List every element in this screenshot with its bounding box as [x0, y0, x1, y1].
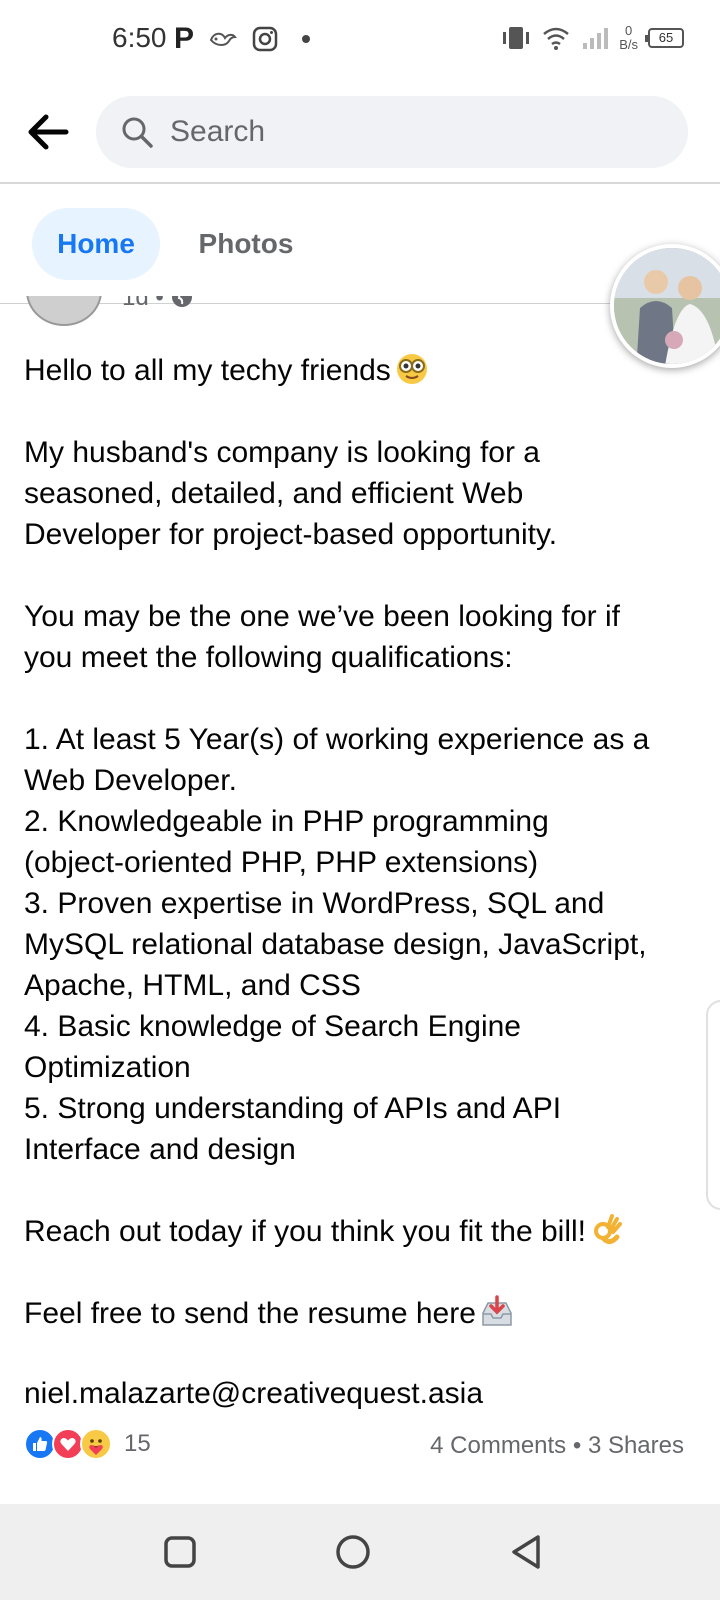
qualifications-list: 1. At least 5 Year(s) of working experie…	[24, 719, 692, 1170]
home-circle-icon	[336, 1535, 370, 1569]
resume-paragraph: Feel free to send the resume here	[24, 1293, 692, 1334]
instagram-icon	[252, 26, 278, 52]
nerd-face-emoji	[396, 354, 427, 384]
text-line: 1. At least 5 Year(s) of working experie…	[24, 723, 650, 756]
text-line: (object-oriented PHP, PHP extensions)	[24, 846, 539, 879]
back-nav-button[interactable]	[506, 1532, 546, 1572]
contact-paragraph: niel.malazarte@creativequest.asia	[24, 1373, 692, 1414]
text-line: 2. Knowledgeable in PHP programming	[24, 805, 549, 838]
inbox-tray-emoji	[482, 1295, 512, 1326]
greeting-paragraph: Hello to all my techy friends	[24, 350, 692, 391]
text-line: Hello to all my techy friends	[24, 350, 692, 391]
text-line: 4. Basic knowledge of Search Engine	[24, 1010, 521, 1043]
text-line: Web Developer.	[24, 764, 237, 797]
text-line: seasoned, detailed, and efficient Web	[24, 477, 524, 510]
lead-paragraph: You may be the one we’ve been looking fo…	[24, 596, 692, 678]
text-line: Optimization	[24, 1051, 191, 1084]
engagement-separator: •	[572, 1432, 582, 1459]
text-line: 5. Strong understanding of APIs and API	[24, 1092, 562, 1125]
comments-count-link[interactable]: 4 Comments	[430, 1432, 566, 1459]
p-app-icon: P	[174, 22, 195, 55]
text-line: Developer for project-based opportunity.	[24, 518, 558, 551]
wifi-icon	[543, 27, 570, 50]
vibrate-icon	[503, 27, 530, 49]
text-line: You may be the one we’ve been looking fo…	[24, 600, 620, 633]
notification-icons: P	[174, 22, 311, 56]
contact-email-link[interactable]: niel.malazarte@creativequest.asia	[24, 1373, 692, 1414]
search-input[interactable]	[170, 115, 650, 149]
text-line: My husband's company is looking for a	[24, 436, 540, 469]
intro-paragraph: My husband's company is looking for a se…	[24, 432, 692, 555]
author-avatar[interactable]	[26, 296, 102, 326]
text-line: 3. Proven expertise in WordPress, SQL an…	[24, 887, 605, 920]
search-icon	[122, 117, 153, 148]
call-to-action-paragraph: Reach out today if you think you fit the…	[24, 1211, 692, 1252]
text-line: you meet the following qualifications:	[24, 641, 513, 674]
search-bar[interactable]	[96, 96, 688, 168]
engagement-summary: 4 Comments • 3 Shares	[430, 1432, 684, 1460]
text-line: Apache, HTML, and CSS	[24, 969, 361, 1002]
back-button[interactable]	[24, 108, 72, 156]
tab-home[interactable]: Home	[32, 208, 160, 280]
ok-hand-emoji	[594, 1214, 622, 1245]
status-time: 6:50	[112, 22, 167, 53]
network-speed: 0 B/s	[619, 24, 638, 52]
tab-photos[interactable]: Photos	[176, 208, 316, 280]
recents-square-icon	[164, 1536, 196, 1568]
network-speed-unit: B/s	[619, 37, 638, 52]
signal-icon	[583, 28, 609, 49]
post-text: Hello to all my techy friends My husband…	[24, 350, 692, 1455]
network-speed-value: 0	[624, 23, 633, 38]
more-notifications-dot-icon	[302, 35, 311, 43]
system-nav-bar	[0, 1504, 720, 1600]
post-header: 1d •	[24, 296, 324, 326]
post-time: 1d	[122, 296, 149, 311]
battery-icon: 65	[645, 28, 684, 48]
text-line: Interface and design	[24, 1133, 296, 1166]
text-line: Feel free to send the resume here	[24, 1293, 692, 1334]
text-line: MySQL relational database design, JavaSc…	[24, 928, 647, 961]
recents-button[interactable]	[160, 1532, 200, 1572]
greeting-text: Hello to all my techy friends	[24, 354, 391, 387]
status-bar: 6:50 P 0 B/s 65	[0, 0, 720, 80]
bird-app-icon	[209, 32, 237, 46]
resume-text: Feel free to send the resume here	[24, 1297, 476, 1330]
globe-icon	[172, 296, 193, 307]
reactions-summary[interactable]: 15	[24, 1428, 151, 1460]
top-bar	[0, 80, 720, 184]
back-triangle-icon	[512, 1535, 540, 1569]
text-line: Reach out today if you think you fit the…	[24, 1211, 692, 1252]
reaction-count: 15	[124, 1430, 151, 1457]
side-panel-handle[interactable]	[706, 1000, 720, 1210]
post-meta: 1d •	[122, 296, 194, 312]
arrow-left-icon	[28, 114, 69, 150]
cta-text: Reach out today if you think you fit the…	[24, 1215, 586, 1248]
meta-separator: •	[155, 296, 164, 311]
system-status-icons: 0 B/s 65	[501, 24, 684, 52]
care-icon	[80, 1428, 112, 1460]
shares-count-link[interactable]: 3 Shares	[588, 1432, 684, 1459]
home-button[interactable]	[333, 1532, 373, 1572]
